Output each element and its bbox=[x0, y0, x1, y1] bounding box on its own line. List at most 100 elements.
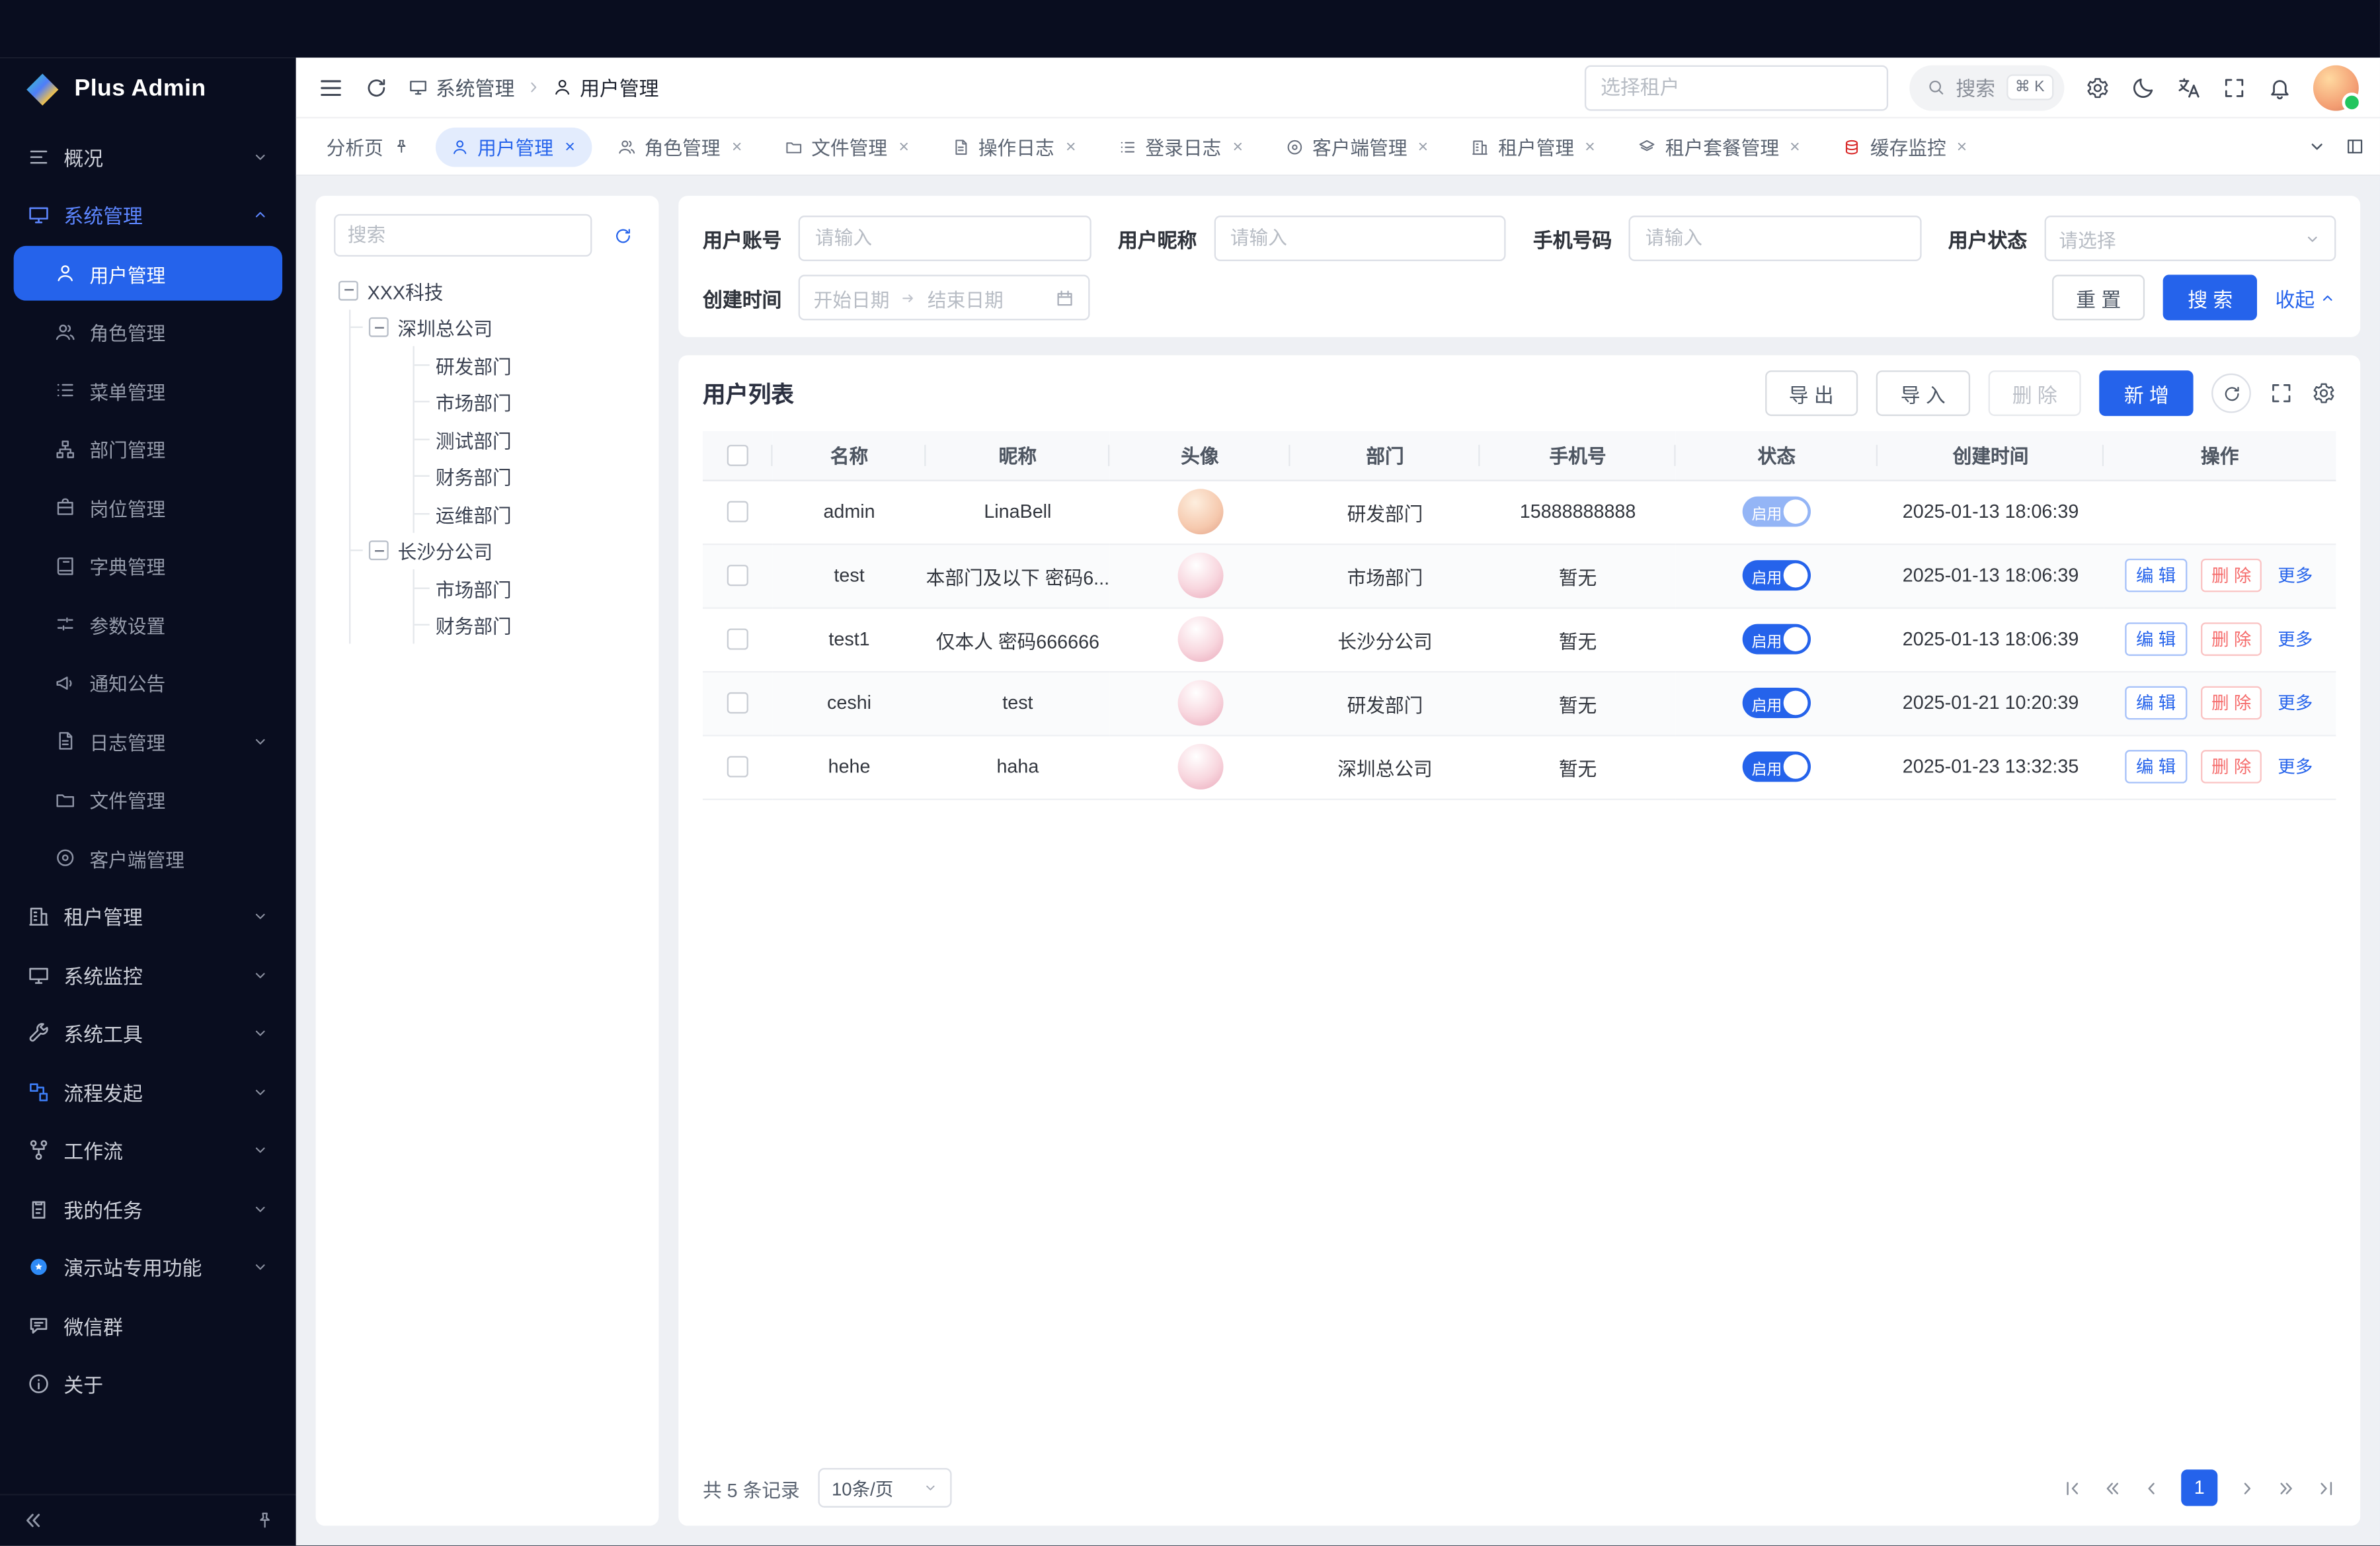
refresh-table-button[interactable] bbox=[2211, 374, 2251, 413]
tree-node-dept[interactable]: 研发部门 bbox=[415, 346, 641, 383]
prev-pages-icon[interactable] bbox=[2102, 1479, 2122, 1498]
tenant-select-input[interactable] bbox=[1584, 65, 1887, 110]
pin-icon[interactable] bbox=[393, 138, 409, 155]
sidebar-item-system-tools[interactable]: 系统工具 bbox=[14, 1006, 282, 1061]
bell-icon[interactable] bbox=[2268, 75, 2292, 100]
sidebar-item-about[interactable]: 关于 bbox=[14, 1356, 282, 1411]
sidebar-item-menu-management[interactable]: 菜单管理 bbox=[14, 363, 282, 418]
sidebar-item-role-management[interactable]: 角色管理 bbox=[14, 304, 282, 359]
row-checkbox[interactable] bbox=[727, 693, 748, 714]
edit-button[interactable]: 编 辑 bbox=[2125, 686, 2186, 720]
tab-client-management[interactable]: 客户端管理 bbox=[1270, 127, 1445, 167]
sidebar-item-param-settings[interactable]: 参数设置 bbox=[14, 596, 282, 651]
last-page-icon[interactable] bbox=[2317, 1479, 2336, 1498]
status-toggle[interactable]: 启用 bbox=[1743, 497, 1811, 527]
row-checkbox[interactable] bbox=[727, 565, 748, 587]
delete-button[interactable]: 删 除 bbox=[2201, 559, 2262, 592]
next-page-icon[interactable] bbox=[2237, 1479, 2257, 1498]
tab-file-management[interactable]: 文件管理 bbox=[769, 127, 926, 167]
status-toggle[interactable]: 启用 bbox=[1743, 560, 1811, 590]
tabs-dropdown-icon[interactable] bbox=[2307, 137, 2327, 157]
sidebar-item-dict-management[interactable]: 字典管理 bbox=[14, 538, 282, 593]
breadcrumb-system-management[interactable]: 系统管理 bbox=[409, 73, 515, 102]
delete-button[interactable]: 删 除 bbox=[2201, 622, 2262, 656]
add-button[interactable]: 新 增 bbox=[2100, 370, 2193, 416]
tree-node-branch[interactable]: 长沙分公司 bbox=[350, 532, 641, 569]
sidebar-item-post-management[interactable]: 岗位管理 bbox=[14, 480, 282, 535]
sidebar-item-my-tasks[interactable]: 我的任务 bbox=[14, 1181, 282, 1236]
close-icon[interactable] bbox=[896, 140, 910, 153]
sidebar-item-overview[interactable]: 概况 bbox=[14, 129, 282, 184]
tree-search-input[interactable] bbox=[334, 214, 592, 257]
row-checkbox[interactable] bbox=[727, 629, 748, 650]
date-range-picker[interactable]: 开始日期 结束日期 bbox=[799, 275, 1090, 321]
tree-node-dept[interactable]: 运维部门 bbox=[415, 495, 641, 532]
collapse-filters-link[interactable]: 收起 bbox=[2276, 283, 2336, 312]
close-icon[interactable] bbox=[563, 140, 576, 153]
tab-tenant-package-management[interactable]: 租户套餐管理 bbox=[1623, 127, 1817, 167]
sidebar-item-system-management[interactable]: 系统管理 bbox=[14, 188, 282, 243]
tree-node-dept[interactable]: 财务部门 bbox=[415, 458, 641, 495]
edit-button[interactable]: 编 辑 bbox=[2125, 622, 2186, 656]
sidebar-item-workflow[interactable]: 工作流 bbox=[14, 1123, 282, 1178]
tabs-panel-icon[interactable] bbox=[2345, 137, 2365, 157]
page-size-select[interactable]: 10条/页 bbox=[818, 1469, 951, 1508]
bulk-delete-button[interactable]: 删 除 bbox=[1988, 370, 2081, 416]
phone-input[interactable] bbox=[1629, 216, 1921, 261]
sidebar-item-file-management[interactable]: 文件管理 bbox=[14, 772, 282, 827]
user-avatar[interactable] bbox=[2313, 65, 2359, 110]
sidebar-item-log-management[interactable]: 日志管理 bbox=[14, 713, 282, 768]
import-button[interactable]: 导 入 bbox=[1876, 370, 1969, 416]
sidebar-item-client-management[interactable]: 客户端管理 bbox=[14, 831, 282, 885]
tab-tenant-management[interactable]: 租户管理 bbox=[1456, 127, 1612, 167]
delete-button[interactable]: 删 除 bbox=[2201, 750, 2262, 784]
search-button[interactable]: 搜 索 bbox=[2163, 275, 2256, 321]
select-all-checkbox[interactable] bbox=[727, 445, 748, 466]
tree-node-dept[interactable]: 测试部门 bbox=[415, 421, 641, 458]
fullscreen-table-icon[interactable] bbox=[2269, 381, 2293, 405]
global-search[interactable]: 搜索 ⌘ K bbox=[1909, 65, 2064, 110]
first-page-icon[interactable] bbox=[2063, 1479, 2082, 1498]
tree-node-dept[interactable]: 市场部门 bbox=[415, 569, 641, 606]
tab-user-management[interactable]: 用户管理 bbox=[435, 127, 592, 167]
table-settings-icon[interactable] bbox=[2312, 381, 2336, 405]
close-icon[interactable] bbox=[1063, 140, 1077, 153]
more-button[interactable]: 更多 bbox=[2276, 686, 2314, 720]
refresh-page-icon[interactable] bbox=[364, 75, 389, 100]
current-page-button[interactable]: 1 bbox=[2181, 1470, 2217, 1506]
delete-button[interactable]: 删 除 bbox=[2201, 686, 2262, 720]
sidebar-item-system-monitor[interactable]: 系统监控 bbox=[14, 948, 282, 1002]
edit-button[interactable]: 编 辑 bbox=[2125, 750, 2186, 784]
tab-role-management[interactable]: 角色管理 bbox=[602, 127, 758, 167]
export-button[interactable]: 导 出 bbox=[1765, 370, 1858, 416]
moon-icon[interactable] bbox=[2131, 75, 2155, 100]
nickname-input[interactable] bbox=[1214, 216, 1506, 261]
reset-button[interactable]: 重 置 bbox=[2051, 275, 2145, 321]
tree-expand-toggle[interactable] bbox=[369, 541, 389, 561]
next-pages-icon[interactable] bbox=[2277, 1479, 2297, 1498]
status-toggle[interactable]: 启用 bbox=[1743, 751, 1811, 782]
tree-expand-toggle[interactable] bbox=[369, 317, 389, 337]
close-icon[interactable] bbox=[1230, 140, 1244, 153]
sidebar-item-notice-announcement[interactable]: 通知公告 bbox=[14, 655, 282, 710]
close-icon[interactable] bbox=[1583, 140, 1597, 153]
tab-login-log[interactable]: 登录日志 bbox=[1103, 127, 1259, 167]
tree-node-company-root[interactable]: XXX科技 bbox=[334, 272, 641, 309]
hamburger-menu-icon[interactable] bbox=[317, 73, 344, 101]
close-icon[interactable] bbox=[1955, 140, 1969, 153]
edit-button[interactable]: 编 辑 bbox=[2125, 559, 2186, 592]
sidebar-item-dept-management[interactable]: 部门管理 bbox=[14, 421, 282, 476]
tree-node-dept[interactable]: 财务部门 bbox=[415, 606, 641, 643]
sidebar-item-user-management[interactable]: 用户管理 bbox=[14, 246, 282, 301]
prev-page-icon[interactable] bbox=[2142, 1479, 2162, 1498]
sidebar-item-wechat-group[interactable]: 微信群 bbox=[14, 1298, 282, 1353]
row-checkbox[interactable] bbox=[727, 501, 748, 522]
close-icon[interactable] bbox=[729, 140, 743, 153]
sidebar-item-demo-features[interactable]: 演示站专用功能 bbox=[14, 1240, 282, 1295]
more-button[interactable]: 更多 bbox=[2276, 750, 2314, 784]
sidebar-item-tenant-management[interactable]: 租户管理 bbox=[14, 889, 282, 944]
sidebar-item-process-initiation[interactable]: 流程发起 bbox=[14, 1064, 282, 1119]
collapse-sidebar-icon[interactable] bbox=[21, 1510, 44, 1532]
tree-node-branch[interactable]: 深圳总公司 bbox=[350, 309, 641, 346]
tree-expand-toggle[interactable] bbox=[338, 280, 358, 300]
